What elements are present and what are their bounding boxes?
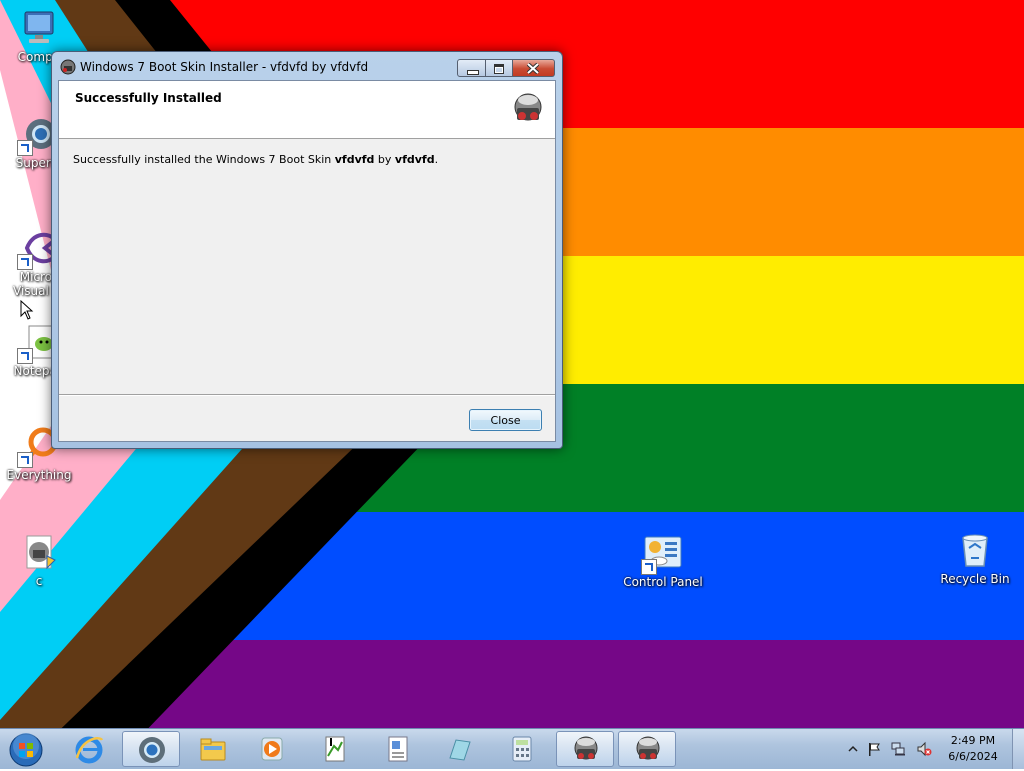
computer-icon [19,8,59,48]
installer-window[interactable]: Windows 7 Boot Skin Installer - vfdvfd b… [51,51,563,449]
show-hidden-icons-chevron-icon[interactable] [845,741,861,757]
shortcut-arrow-icon [641,559,657,575]
boot-skin-installer-icon [574,736,598,760]
show-desktop-button[interactable] [1012,729,1024,769]
desktop-icon-c[interactable]: c [0,532,78,588]
installer-file-icon [19,532,59,572]
shortcut-arrow-icon [17,452,33,468]
chrome-icon [139,737,165,763]
clock-date[interactable]: 6/6/2024 [944,750,1002,763]
minimize-button[interactable] [457,59,486,77]
shortcut-arrow-icon [17,140,33,156]
window-close-button[interactable] [513,59,555,77]
message-text: by [374,153,395,166]
volume-muted-icon[interactable] [916,741,932,757]
maximize-button[interactable] [486,59,513,77]
boot-skin-installer-icon [514,93,542,121]
header-title: Successfully Installed [75,91,222,105]
desktop-icon-control-panel[interactable]: Control Panel [623,533,703,589]
control-panel-icon [641,533,683,575]
taskbar-boot-skin-installer[interactable] [556,731,614,767]
shortcut-arrow-icon [17,348,33,364]
media-player-icon [261,737,283,761]
desktop-icon-label: Recycle Bin [940,572,1010,586]
taskbar-file-explorer[interactable] [184,731,242,767]
taskbar-wordpad[interactable] [369,731,427,767]
message-text: Successfully installed the Windows 7 Boo… [73,153,335,166]
start-button[interactable] [4,730,48,768]
window-client-area: Successfully Installed Successfully inst… [58,80,556,442]
taskbar-calculator[interactable] [493,731,551,767]
window-title: Windows 7 Boot Skin Installer - vfdvfd b… [80,60,369,74]
calculator-icon [512,736,532,762]
message-text: . [434,153,439,166]
desktop-icon-recycle-bin[interactable]: Recycle Bin [935,530,1015,586]
sticky-notes-icon [449,739,471,761]
taskbar-media-player[interactable] [243,731,301,767]
skin-name: vfdvfd [334,153,375,166]
mouse-cursor-icon [20,300,34,320]
windows-logo-icon [9,733,43,767]
window-titlebar[interactable]: Windows 7 Boot Skin Installer - vfdvfd b… [52,52,562,80]
notepad-plus-plus-icon [325,736,345,762]
network-icon[interactable] [890,741,906,757]
internet-explorer-icon [75,736,104,764]
clock-time[interactable]: 2:49 PM [944,734,1002,747]
desktop-icon-label: Everything [6,468,72,482]
action-center-flag-icon[interactable] [866,741,882,757]
shortcut-arrow-icon [17,254,33,270]
boot-skin-app-icon [60,59,76,75]
boot-skin-installer-icon [636,736,660,760]
author-name: vfdvfd [394,153,435,166]
taskbar-generic-app[interactable] [430,731,488,767]
desktop-icon-label: c [35,574,43,588]
wordpad-icon [388,736,408,762]
taskbar-boot-skin-installer[interactable] [618,731,676,767]
recycle-bin-icon [955,530,995,570]
folder-icon [200,738,226,761]
taskbar-internet-explorer[interactable] [60,731,118,767]
install-message: Successfully installed the Windows 7 Boo… [73,153,438,166]
desktop-icon-label: Control Panel [623,575,703,589]
taskbar: 2:49 PM 6/6/2024 [0,728,1024,769]
close-icon [527,63,539,74]
taskbar-notepad-plus-plus[interactable] [306,731,364,767]
wizard-header: Successfully Installed [59,81,555,139]
close-button[interactable]: Close [469,409,542,431]
footer-divider [59,394,555,396]
taskbar-chrome[interactable] [122,731,180,767]
